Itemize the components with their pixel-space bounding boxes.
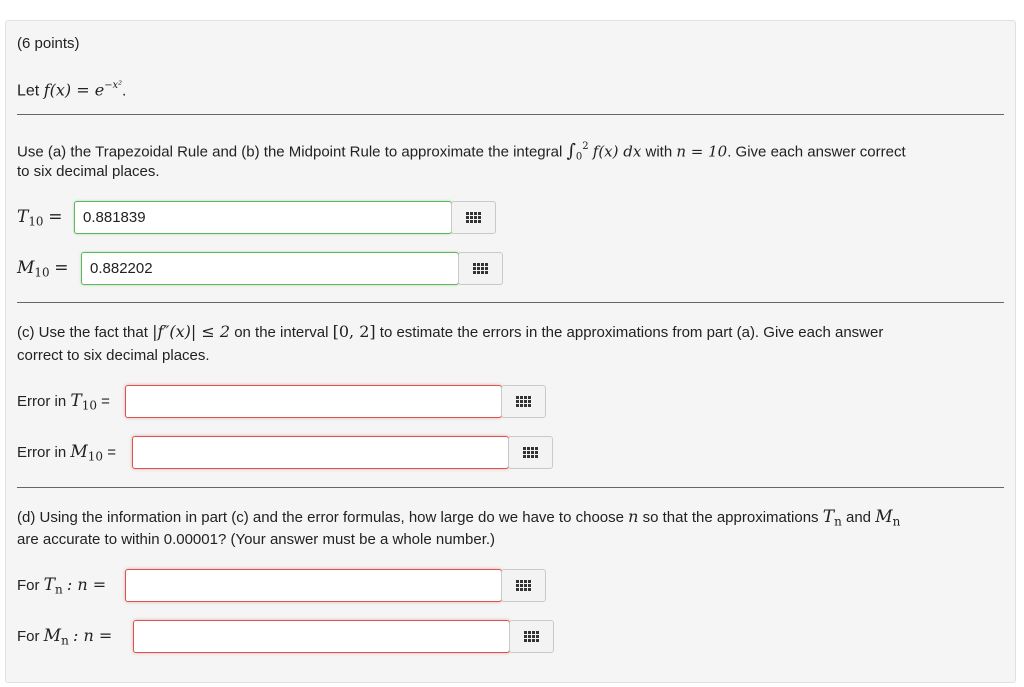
integral-sign: ∫	[566, 140, 576, 162]
tn-equation-editor-button[interactable]	[501, 569, 546, 602]
divider	[17, 114, 1004, 115]
bound-expression: |f″(x)| ≤ 2	[152, 322, 231, 341]
equals-text: =	[101, 393, 110, 410]
function-exponent: −x²	[104, 80, 123, 91]
error-t10-equation-editor-button[interactable]	[501, 385, 546, 418]
m-symbol: M	[43, 626, 62, 646]
function-end: .	[122, 82, 127, 100]
t10-answer-input[interactable]: 0.881839	[74, 201, 452, 234]
t-subscript: 10	[81, 398, 97, 413]
t10-equation-editor-button[interactable]	[451, 201, 496, 234]
interval-expression: [0, 2]	[332, 322, 376, 341]
t10-label: T10 =	[17, 207, 62, 232]
m-symbol: M	[17, 258, 35, 278]
grid-icon	[524, 631, 539, 642]
t-symbol: T	[70, 391, 82, 411]
equals-text: =	[107, 444, 116, 461]
part-c-text-post: to estimate the errors in the approximat…	[379, 324, 884, 341]
n-subscript: n	[892, 514, 901, 529]
error-m10-input[interactable]	[132, 436, 509, 469]
on-text: on the interval	[234, 324, 329, 341]
error-m10-equation-editor-button[interactable]	[508, 436, 553, 469]
divider	[17, 302, 1004, 303]
part-d-text: (d) Using the information in part (c) an…	[17, 509, 624, 526]
integral-lower: 0	[575, 151, 583, 163]
and-text: and	[845, 509, 872, 526]
grid-icon	[466, 212, 481, 223]
n-equals: : n =	[73, 626, 113, 645]
t-symbol: T	[17, 207, 29, 227]
part-ab-instruction-line2: to six decimal places.	[17, 163, 160, 180]
m-symbol: M	[875, 507, 893, 527]
for-text: For	[17, 577, 40, 594]
tn-n-input[interactable]	[125, 569, 502, 602]
part-c-instruction-line2: correct to six decimal places.	[17, 347, 210, 364]
error-in-text: Error in	[17, 393, 67, 410]
part-ab-text: Use (a) the Trapezoidal Rule and (b) the…	[17, 143, 563, 161]
m10-answer-input[interactable]: 0.882202	[81, 252, 459, 285]
mn-n-input[interactable]	[133, 620, 510, 653]
n-subscript: n	[834, 514, 842, 529]
function-definition: Let f(x) = e−x².	[17, 76, 127, 101]
n-subscript: n	[55, 582, 63, 597]
integral-body: f(x) dx	[592, 142, 642, 161]
part-d-instruction: (d) Using the information in part (c) an…	[17, 507, 900, 532]
m-subscript: 10	[34, 265, 50, 280]
t-symbol: T	[822, 507, 835, 527]
part-c-instruction: (c) Use the fact that |f″(x)| ≤ 2 on the…	[17, 322, 883, 343]
n-equals: : n =	[66, 575, 107, 594]
part-ab-text-post: . Give each answer correct	[727, 143, 906, 161]
n-variable: n	[628, 507, 639, 526]
for-tn-label: For Tn : n =	[17, 575, 106, 600]
for-mn-label: For Mn : n =	[17, 626, 112, 651]
error-t10-label: Error in T10 =	[17, 391, 110, 416]
part-d-instruction-line2: are accurate to within 0.00001? (Your an…	[17, 531, 496, 548]
mn-equation-editor-button[interactable]	[509, 620, 554, 653]
m10-label: M10 =	[17, 258, 69, 283]
grid-icon	[473, 263, 488, 274]
t-symbol: T	[43, 575, 56, 595]
part-d-text-mid: so that the approximations	[642, 509, 819, 526]
m-symbol: M	[70, 442, 88, 462]
m-equals: =	[54, 258, 69, 278]
error-m10-label: Error in M10 =	[17, 442, 116, 467]
m-subscript: 10	[87, 449, 104, 464]
let-text: Let	[17, 82, 40, 100]
function-lhs: f(x) = e	[43, 80, 105, 100]
m10-equation-editor-button[interactable]	[458, 252, 503, 285]
for-text: For	[17, 628, 40, 645]
grid-icon	[516, 580, 531, 591]
part-c-text: (c) Use the fact that	[17, 324, 148, 341]
t-subscript: 10	[28, 214, 44, 229]
grid-icon	[523, 447, 538, 458]
divider	[17, 487, 1004, 488]
n-expression: n = 10	[676, 142, 728, 161]
error-t10-input[interactable]	[125, 385, 502, 418]
grid-icon	[516, 396, 531, 407]
with-text: with	[645, 143, 673, 161]
n-subscript: n	[61, 633, 69, 648]
integral-upper: 2	[582, 141, 589, 152]
points-label: (6 points)	[17, 35, 80, 52]
t-equals: =	[48, 207, 63, 227]
error-in-text: Error in	[17, 444, 67, 461]
